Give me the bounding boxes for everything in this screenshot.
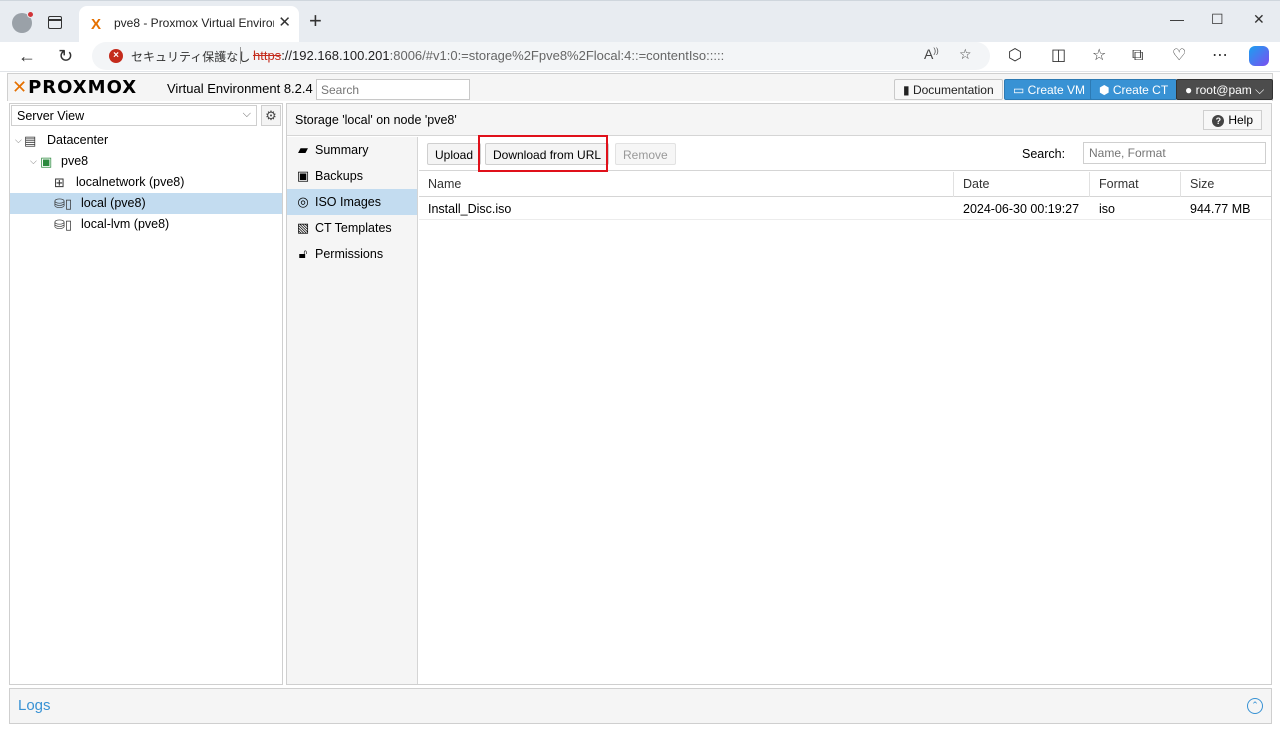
url-text[interactable]: https://192.168.100.201:8006/#v1:0:=stor… <box>253 48 724 63</box>
tab-close-icon[interactable]: ✕ <box>278 13 291 31</box>
browser-titlebar: X pve8 - Proxmox Virtual Environment ✕ +… <box>0 0 1280 43</box>
monitor-icon: ▭ <box>1013 83 1028 97</box>
security-warning[interactable]: セキュリティ保護なし <box>131 48 250 65</box>
disc-icon: ◎ <box>297 194 309 209</box>
chevron-down-icon[interactable]: ⌵ <box>30 151 37 172</box>
grid-header: Name Date Format Size <box>419 172 1271 197</box>
minimize-icon[interactable]: — <box>1170 11 1184 27</box>
window-close-icon[interactable]: ✕ <box>1253 11 1265 28</box>
proxmox-logo: ✕PROXMOX <box>12 77 138 98</box>
more-menu-icon[interactable]: ⋯ <box>1212 47 1228 65</box>
profile-avatar-icon[interactable] <box>12 11 34 33</box>
chevron-down-icon: ⌵ <box>1251 83 1265 97</box>
column-header-name[interactable]: Name <box>419 172 954 197</box>
documentation-button[interactable]: ▮ Documentation <box>894 79 1003 100</box>
column-header-format[interactable]: Format <box>1090 172 1181 197</box>
cell-date: 2024-06-30 00:19:27 <box>963 202 1080 216</box>
tree-node-localnetwork[interactable]: ⊞ localnetwork (pve8) <box>10 172 282 193</box>
favorites-icon[interactable]: ☆ <box>1092 47 1106 65</box>
storage-icon: ⛁▯ <box>54 196 73 211</box>
upload-button[interactable]: Upload <box>427 143 482 165</box>
url-bar[interactable]: × セキュリティ保護なし https://192.168.100.201:800… <box>92 42 990 70</box>
table-row[interactable]: Install_Disc.iso 2024-06-30 00:19:27 iso… <box>419 198 1271 220</box>
storage-subnav: ▰ Summary ▣ Backups ◎ ISO Images ▧ CT Te… <box>287 137 418 684</box>
maximize-icon[interactable]: ☐ <box>1211 11 1224 28</box>
not-secure-icon[interactable]: × <box>109 49 123 63</box>
book-icon: ▰ <box>298 142 308 157</box>
proxmox-favicon-icon: X <box>91 16 102 33</box>
read-aloud-icon[interactable]: A)) <box>924 46 939 62</box>
create-ct-button[interactable]: ⬢ Create CT <box>1090 79 1178 100</box>
help-icon: ? <box>1212 115 1225 127</box>
split-screen-icon[interactable]: ◫ <box>1051 47 1066 65</box>
new-tab-icon[interactable]: + <box>309 10 322 32</box>
column-header-date[interactable]: Date <box>954 172 1090 197</box>
tree-node-local-lvm[interactable]: ⛁▯ local-lvm (pve8) <box>10 214 282 235</box>
cell-name: Install_Disc.iso <box>428 202 512 216</box>
content-toolbar: Upload Download from URL Remove Search: <box>419 135 1271 172</box>
cell-format: iso <box>1099 202 1115 216</box>
file-container-icon: ▧ <box>296 220 310 235</box>
chevron-down-icon[interactable]: ⌵ <box>15 130 22 151</box>
subnav-iso-images[interactable]: ◎ ISO Images <box>287 189 417 215</box>
chevron-down-icon: ⌵ <box>242 108 251 120</box>
reload-icon[interactable]: ↻ <box>58 44 73 68</box>
logs-title: Logs <box>18 697 51 714</box>
favorite-star-icon[interactable]: ☆ <box>959 46 972 63</box>
user-icon: ● <box>1185 83 1196 97</box>
browser-addressbar: ← ↻ × セキュリティ保護なし https://192.168.100.201… <box>0 42 1280 72</box>
gear-icon[interactable]: ⚙ <box>261 105 281 126</box>
storage-icon: ⛁▯ <box>54 217 73 232</box>
iso-content: Upload Download from URL Remove Search: … <box>419 135 1271 684</box>
tab-title: pve8 - Proxmox Virtual Environment <box>114 16 274 30</box>
copilot-icon[interactable] <box>1249 46 1269 66</box>
highlight-box <box>478 135 608 172</box>
server-rack-icon: ▤ <box>24 133 37 148</box>
panel-header: Storage 'local' on node 'pve8' ? Help <box>287 104 1271 136</box>
page-title: Storage 'local' on node 'pve8' <box>295 113 457 127</box>
unlock-icon: 🔓︎ <box>298 246 308 261</box>
expand-up-icon[interactable]: ⌃ <box>1247 698 1263 714</box>
tree-node-local[interactable]: ⛁▯ local (pve8) <box>10 193 282 214</box>
node-online-icon: ▣ <box>40 154 53 169</box>
subnav-summary[interactable]: ▰ Summary <box>287 137 417 163</box>
subnav-backups[interactable]: ▣ Backups <box>287 163 417 189</box>
user-menu-button[interactable]: ● root@pam ⌵ <box>1176 79 1274 100</box>
cube-icon: ⬢ <box>1099 83 1113 97</box>
create-vm-button[interactable]: ▭ Create VM <box>1004 79 1095 100</box>
collections-icon[interactable]: ⧉ <box>1132 47 1143 65</box>
extensions-icon[interactable]: ⬡ <box>1008 47 1022 65</box>
tree-node-datacenter[interactable]: ⌵ ▤ Datacenter <box>10 130 282 151</box>
tab-actions-icon[interactable] <box>48 16 62 29</box>
url-divider <box>240 47 241 64</box>
storage-panel: Storage 'local' on node 'pve8' ? Help ▰ S… <box>286 103 1272 685</box>
version-label: Virtual Environment 8.2.4 <box>167 81 313 96</box>
help-button[interactable]: ? Help <box>1203 110 1262 130</box>
content-search-input[interactable] <box>1083 142 1266 164</box>
floppy-icon: ▣ <box>296 168 310 183</box>
subnav-ct-templates[interactable]: ▧ CT Templates <box>287 215 417 241</box>
back-icon[interactable]: ← <box>18 44 36 68</box>
notification-dot <box>27 11 34 18</box>
resource-tree: ⌵ ▤ Datacenter ⌵ ▣ pve8 ⊞ localnetwork (… <box>10 130 282 235</box>
cell-size: 944.77 MB <box>1190 202 1251 216</box>
tree-node-pve8[interactable]: ⌵ ▣ pve8 <box>10 151 282 172</box>
header-search-input[interactable] <box>316 79 470 100</box>
view-selector[interactable]: Server View ⌵ <box>11 105 257 126</box>
remove-button[interactable]: Remove <box>615 143 676 165</box>
book-icon: ▮ <box>903 83 913 97</box>
logs-panel[interactable]: Logs ⌃ <box>9 688 1272 724</box>
network-grid-icon: ⊞ <box>54 175 65 190</box>
subnav-permissions[interactable]: 🔓︎ Permissions <box>287 241 417 267</box>
browser-tab[interactable]: X pve8 - Proxmox Virtual Environment ✕ <box>79 6 299 43</box>
browser-essentials-icon[interactable]: ♡ <box>1172 47 1186 65</box>
pve-header: ✕PROXMOX Virtual Environment 8.2.4 ▮ Doc… <box>7 73 1274 101</box>
resource-tree-panel: Server View ⌵ ⚙ ⌵ ▤ Datacenter ⌵ ▣ pve8 ⊞… <box>9 103 283 685</box>
search-label: Search: <box>1022 147 1066 161</box>
column-header-size[interactable]: Size <box>1181 172 1271 197</box>
